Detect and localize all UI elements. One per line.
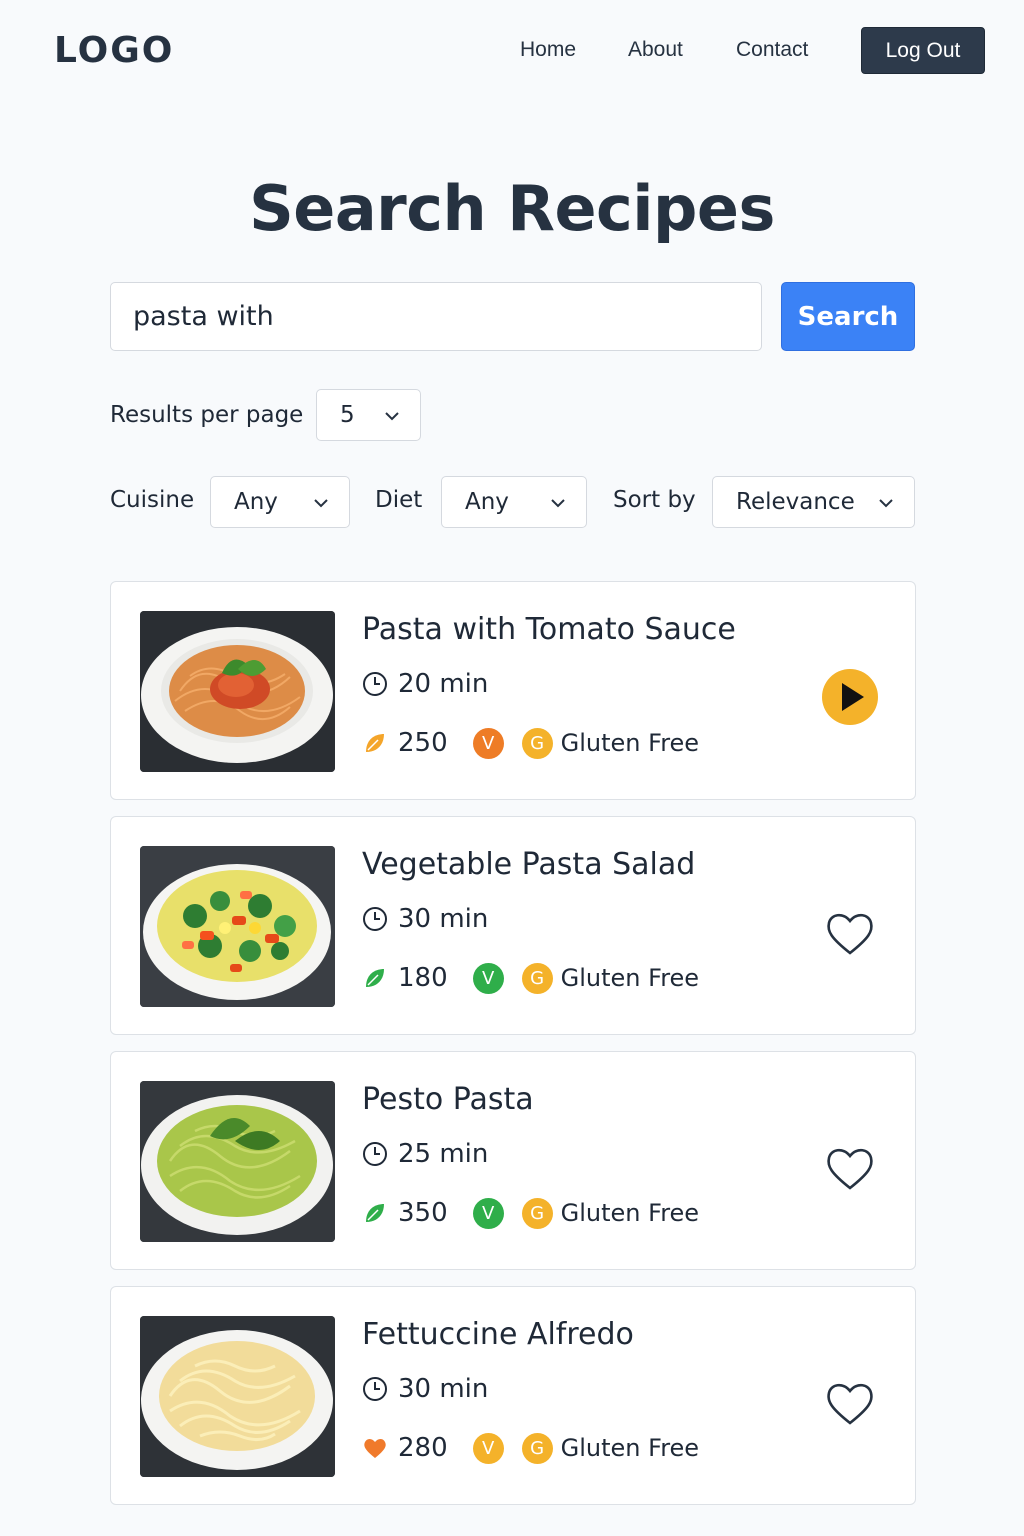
gluten-free-badge: G [521,727,553,759]
diet-value: Any [465,489,509,515]
play-icon[interactable] [821,668,879,726]
recipe-image[interactable] [140,611,335,772]
page-title: Search Recipes [249,172,775,245]
clock-icon [363,1142,387,1166]
cuisine-select[interactable]: Any [210,476,350,528]
recipe-title[interactable]: Pesto Pasta [362,1082,534,1117]
nav-about[interactable]: About [628,38,683,62]
header: LOGO Home About Contact Log Out [0,0,1024,100]
gluten-free-label: Gluten Free [560,1434,700,1462]
heart-icon[interactable] [821,903,879,961]
clock-icon [363,907,387,931]
time-row: 20 min [362,669,488,699]
time-row: 30 min [362,904,488,934]
sort-label: Sort by [613,487,696,513]
chevron-down-icon [385,412,399,421]
heart-icon[interactable] [821,1373,879,1431]
heart-icon[interactable] [821,1138,879,1196]
diet-select[interactable]: Any [441,476,587,528]
time-row: 30 min [362,1374,488,1404]
sort-select[interactable]: Relevance [712,476,915,528]
gluten-free-label: Gluten Free [560,729,700,757]
recipe-calories: 180 [398,963,448,993]
diet-label: Diet [375,487,423,513]
vegetarian-badge: V [472,727,504,759]
chevron-down-icon [314,499,328,508]
search-button[interactable]: Search [781,282,915,351]
vegetarian-badge: V [472,1197,504,1229]
logo[interactable]: LOGO [54,30,174,71]
heart-icon [364,1439,386,1458]
nav-contact[interactable]: Contact [736,38,808,62]
recipe-card[interactable]: Pasta with Tomato Sauce 20 min 250 V G G… [110,581,916,800]
meta-row: 250 V G Gluten Free [362,727,699,759]
recipe-card[interactable]: Fettuccine Alfredo 30 min 280 V G Gluten… [110,1286,916,1505]
vegetarian-badge: V [472,962,504,994]
gluten-free-label: Gluten Free [560,964,700,992]
recipe-card[interactable]: Vegetable Pasta Salad 30 min 180 V G Glu… [110,816,916,1035]
meta-row: 180 V G Gluten Free [362,962,699,994]
recipe-image[interactable] [140,1316,335,1477]
vegetarian-badge: V [472,1432,504,1464]
recipe-calories: 250 [398,728,448,758]
recipe-time: 30 min [398,1374,489,1404]
cuisine-value: Any [234,489,278,515]
cuisine-label: Cuisine [110,487,195,513]
leaf-icon [366,969,384,987]
leaf-icon [366,1204,384,1222]
recipe-calories: 350 [398,1198,448,1228]
gluten-free-label: Gluten Free [560,1199,700,1227]
recipe-title[interactable]: Vegetable Pasta Salad [362,847,695,882]
chevron-down-icon [551,499,565,508]
recipe-image[interactable] [140,1081,335,1242]
search-input[interactable] [110,282,762,351]
time-row: 25 min [362,1139,488,1169]
nav-home[interactable]: Home [520,38,576,62]
recipe-card[interactable]: Pesto Pasta 25 min 350 V G Gluten Free [110,1051,916,1270]
clock-icon [363,672,387,696]
meta-row: 350 V G Gluten Free [362,1197,699,1229]
clock-icon [363,1377,387,1401]
results-per-page-select[interactable]: 5 [316,389,421,441]
leaf-icon [366,734,384,752]
chevron-down-icon [879,499,893,508]
recipe-image[interactable] [140,846,335,1007]
results-per-page-label: Results per page [110,402,304,428]
sort-value: Relevance [736,489,855,515]
logout-button[interactable]: Log Out [861,27,985,74]
results-per-page-value: 5 [340,402,355,428]
gluten-free-badge: G [521,1432,553,1464]
meta-row: 280 V G Gluten Free [362,1432,699,1464]
recipe-time: 30 min [398,904,489,934]
gluten-free-badge: G [521,1197,553,1229]
gluten-free-badge: G [521,962,553,994]
recipe-time: 25 min [398,1139,489,1169]
recipe-title[interactable]: Pasta with Tomato Sauce [362,612,736,647]
recipe-title[interactable]: Fettuccine Alfredo [362,1317,634,1352]
recipe-time: 20 min [398,669,489,699]
recipe-calories: 280 [398,1433,448,1463]
